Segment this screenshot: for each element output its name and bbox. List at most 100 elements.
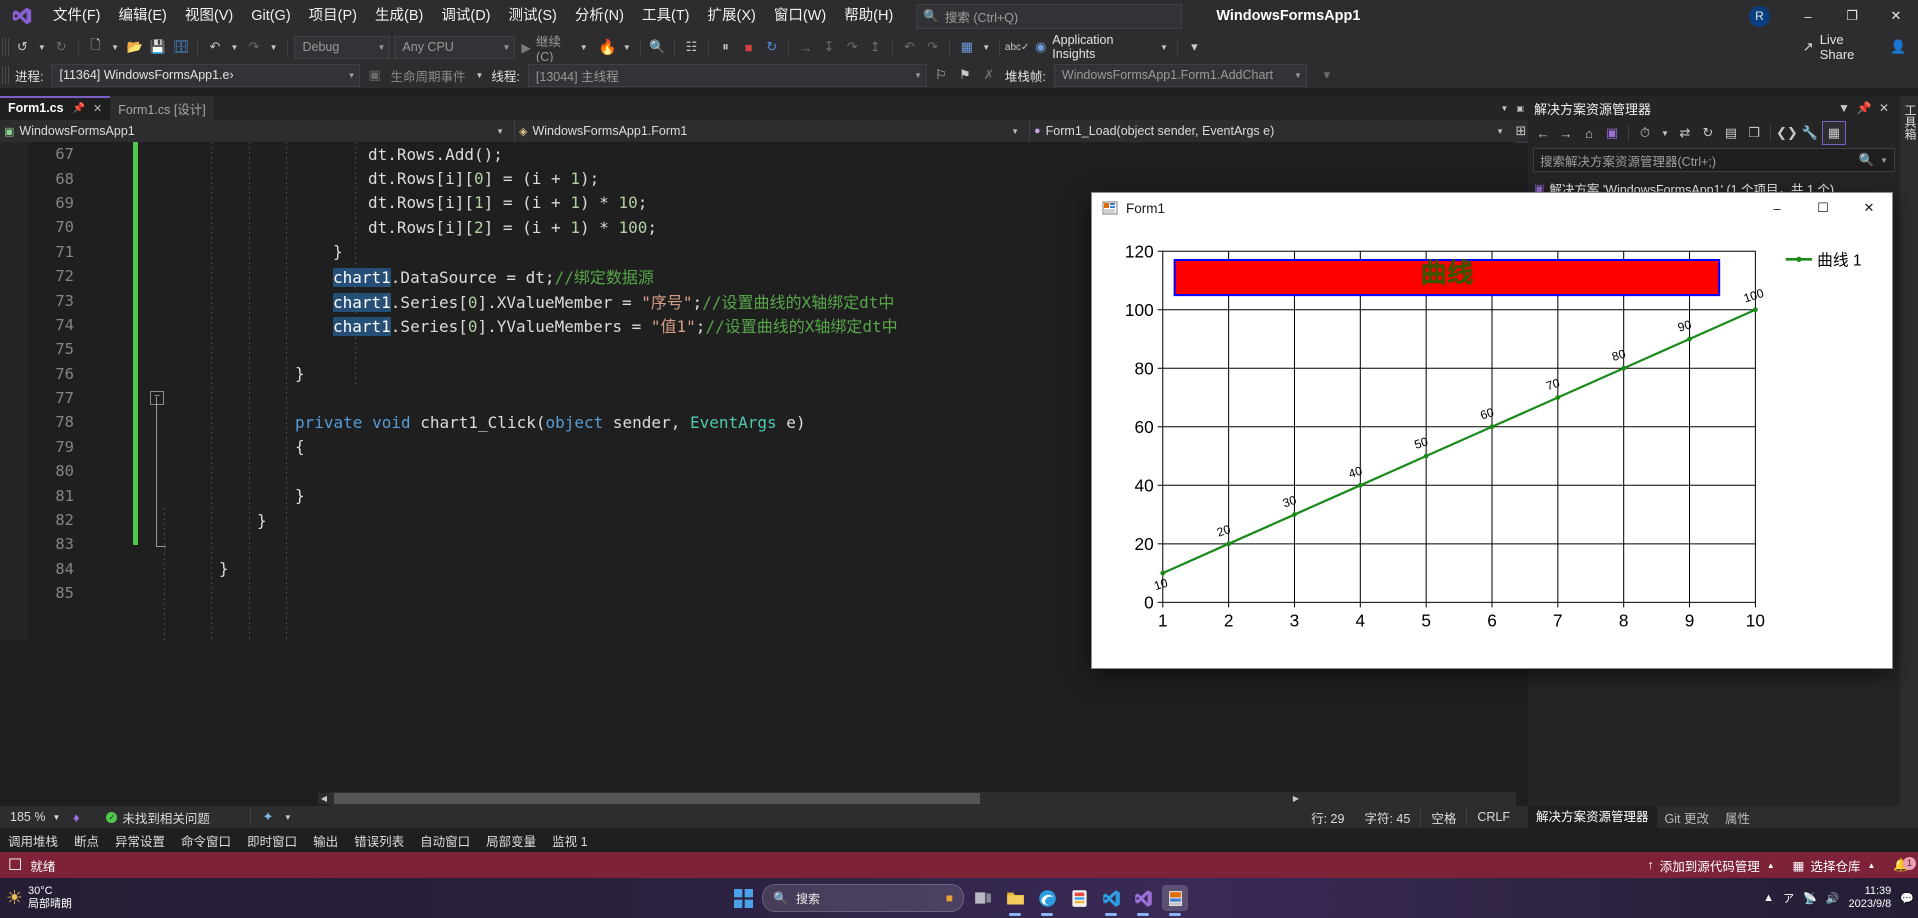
code-cleanup-dropdown-icon[interactable]: ▼ (280, 813, 296, 822)
menu-item-tools[interactable]: 工具(T) (633, 0, 699, 32)
unflag-icon[interactable]: ✗ (977, 63, 1001, 87)
debugbar-grip[interactable] (2, 66, 9, 84)
start-button[interactable] (730, 885, 756, 911)
menu-item-analyze[interactable]: 分析(N) (566, 0, 633, 32)
flag-threads-icon[interactable]: ⚑ (953, 63, 977, 87)
collapse-all-icon[interactable]: ▤ (1720, 122, 1742, 144)
collapse-region-icon[interactable]: − (150, 391, 164, 405)
show-all-files-icon[interactable]: ❮❯ (1776, 122, 1798, 144)
history-icon[interactable]: ⏱ (1634, 122, 1656, 144)
properties-icon[interactable]: 🔧 (1799, 122, 1821, 144)
form1-title-bar[interactable]: Form1 – ☐ ✕ (1092, 193, 1892, 223)
navigate-forward-icon[interactable]: ↻ (50, 35, 73, 59)
chevron-down-icon[interactable]: ▼ (496, 127, 510, 136)
breadcrumb-project[interactable]: ▣ WindowsFormsApp1 ▼ (0, 120, 515, 142)
forward-icon[interactable]: → (1555, 122, 1577, 144)
tab-locals[interactable]: 局部变量 (478, 831, 544, 850)
menu-item-build[interactable]: 生成(B) (366, 0, 432, 32)
indentation-label[interactable]: 空格 (1420, 807, 1468, 827)
form1-window[interactable]: Form1 – ☐ ✕ 0 20 40 60 80 100 120 1 2 3 4 5 6 7 8 9 10 10… (1091, 192, 1893, 669)
solution-configuration-select[interactable]: Debug ▼ (294, 35, 391, 59)
weather-widget[interactable]: ☀ 30°C 局部晴朗 (6, 885, 72, 911)
taskbar-clock[interactable]: 11:39 2023/9/8 (1848, 885, 1891, 911)
tray-overflow-icon[interactable]: ▲ (1763, 892, 1774, 904)
task-view-button[interactable] (970, 885, 996, 911)
chart1-control[interactable]: 0 20 40 60 80 100 120 1 2 3 4 5 6 7 8 9 10 10 20 30 40 50 60 70… (1102, 233, 1882, 658)
split-editor-icon[interactable]: ⊞ (1514, 119, 1528, 143)
menu-item-window[interactable]: 窗口(W) (765, 0, 835, 32)
new-folder-icon[interactable]: ❐ (1743, 122, 1765, 144)
undo-dropdown-icon[interactable]: ▼ (227, 43, 243, 52)
attach-process-icon[interactable]: 🔍 (646, 35, 669, 59)
code-line[interactable]: 67 dt.Rows.Add(); (0, 142, 1516, 167)
step-options-icon[interactable]: ☷ (680, 35, 703, 59)
tab-watch-1[interactable]: 监视 1 (544, 831, 595, 850)
spell-check-icon[interactable]: abc✓ (1005, 35, 1030, 59)
add-to-source-control-button[interactable]: ↑ 添加到源代码管理 ▲ (1638, 856, 1783, 875)
restart-icon[interactable]: ↻ (760, 35, 783, 59)
home-icon[interactable]: ⌂ (1578, 122, 1600, 144)
visual-studio-taskbar-button[interactable] (1130, 885, 1156, 911)
feedback-icon[interactable]: 👤 (1887, 35, 1910, 59)
refresh-icon[interactable]: ↻ (1697, 122, 1719, 144)
toolbar-grip[interactable] (2, 38, 9, 56)
redo-nav-icon[interactable]: ↷ (921, 35, 944, 59)
scroll-left-icon[interactable]: ◀ (318, 793, 330, 804)
scroll-right-icon[interactable]: ▶ (1290, 793, 1302, 804)
toolbar-overflow-icon[interactable]: ▾ (1183, 35, 1206, 59)
menu-item-git[interactable]: Git(G) (242, 0, 299, 32)
menu-item-test[interactable]: 测试(S) (500, 0, 566, 32)
line-ending-label[interactable]: CRLF (1467, 810, 1520, 824)
sync-with-active-document-icon[interactable]: ⇄ (1674, 122, 1696, 144)
pin-icon[interactable]: 📌 (1854, 98, 1874, 118)
step-out-icon[interactable]: ↥ (864, 35, 887, 59)
minimize-button[interactable]: – (1786, 0, 1830, 32)
tab-output[interactable]: 输出 (305, 831, 346, 850)
close-icon[interactable]: ✕ (1874, 98, 1894, 118)
menu-item-view[interactable]: 视图(V) (176, 0, 242, 32)
menu-item-extensions[interactable]: 扩展(X) (699, 0, 765, 32)
notification-center-icon[interactable]: 💬 (1900, 892, 1914, 905)
tab-solution-explorer[interactable]: 解决方案资源管理器 (1528, 806, 1657, 828)
flag-icon[interactable]: ⚐ (929, 63, 953, 87)
tab-overflow-icon[interactable]: ▼ (1497, 104, 1513, 113)
volume-icon[interactable]: 🔊 (1826, 892, 1840, 905)
panel-menu-icon[interactable]: ▼ (1834, 98, 1854, 118)
zoom-level-select[interactable]: 185 % ▼ (6, 810, 64, 824)
close-icon[interactable]: ✕ (93, 102, 102, 115)
show-next-statement-icon[interactable]: → (794, 35, 817, 59)
vs-code-button[interactable] (1098, 885, 1124, 911)
lifecycle-events-icon[interactable]: ▣ (362, 63, 386, 87)
hot-reload-dropdown-icon[interactable]: ▼ (619, 43, 635, 52)
tab-exception-settings[interactable]: 异常设置 (107, 831, 173, 850)
tab-form1-cs-design[interactable]: Form1.cs [设计] (110, 96, 214, 120)
menu-item-debug[interactable]: 调试(D) (432, 0, 499, 32)
navigate-backward-dropdown-icon[interactable]: ▼ (34, 43, 50, 52)
microsoft-store-button[interactable] (1066, 885, 1092, 911)
chevron-down-icon[interactable]: ▼ (1874, 156, 1888, 165)
app-insights-icon[interactable]: ◉ (1029, 35, 1052, 59)
app-insights-dropdown-icon[interactable]: ▼ (1156, 43, 1172, 52)
breadcrumb-class[interactable]: ◈ WindowsFormsApp1.Form1 ▼ (515, 120, 1030, 142)
pin-icon[interactable]: 📌 (73, 103, 85, 114)
menu-item-help[interactable]: 帮助(H) (835, 0, 902, 32)
continue-button[interactable]: ▶ 继续(C) ▼ (517, 35, 595, 64)
tab-command-window[interactable]: 命令窗口 (173, 831, 239, 850)
break-all-icon[interactable]: ⏸ (714, 35, 737, 59)
solution-explorer-search-input[interactable]: 搜索解决方案资源管理器(Ctrl+;) 🔍 ▼ (1533, 148, 1895, 172)
global-search-input[interactable]: 🔍 搜索 (Ctrl+Q) (916, 3, 1183, 29)
edge-button[interactable] (1034, 885, 1060, 911)
user-avatar[interactable]: R (1749, 5, 1770, 27)
live-share-button[interactable]: ↗ Live Share (1803, 32, 1879, 62)
tab-error-list[interactable]: 错误列表 (346, 831, 412, 850)
menu-item-project[interactable]: 项目(P) (300, 0, 366, 32)
tab-immediate-window[interactable]: 即时窗口 (239, 831, 305, 850)
debugbar-overflow-icon[interactable]: ▾ (1315, 63, 1339, 87)
hot-reload-icon[interactable]: 🔥 (596, 35, 619, 59)
tab-autos[interactable]: 自动窗口 (412, 831, 478, 850)
thread-select[interactable]: [13044] 主线程 ▼ (527, 63, 927, 87)
code-line[interactable]: 68 dt.Rows[i][0] = (i + 1); (0, 166, 1516, 190)
menu-item-file[interactable]: 文件(F) (44, 0, 110, 32)
chevron-down-icon[interactable]: ▼ (1496, 127, 1510, 136)
pending-changes-icon[interactable]: ▣ (1601, 122, 1623, 144)
